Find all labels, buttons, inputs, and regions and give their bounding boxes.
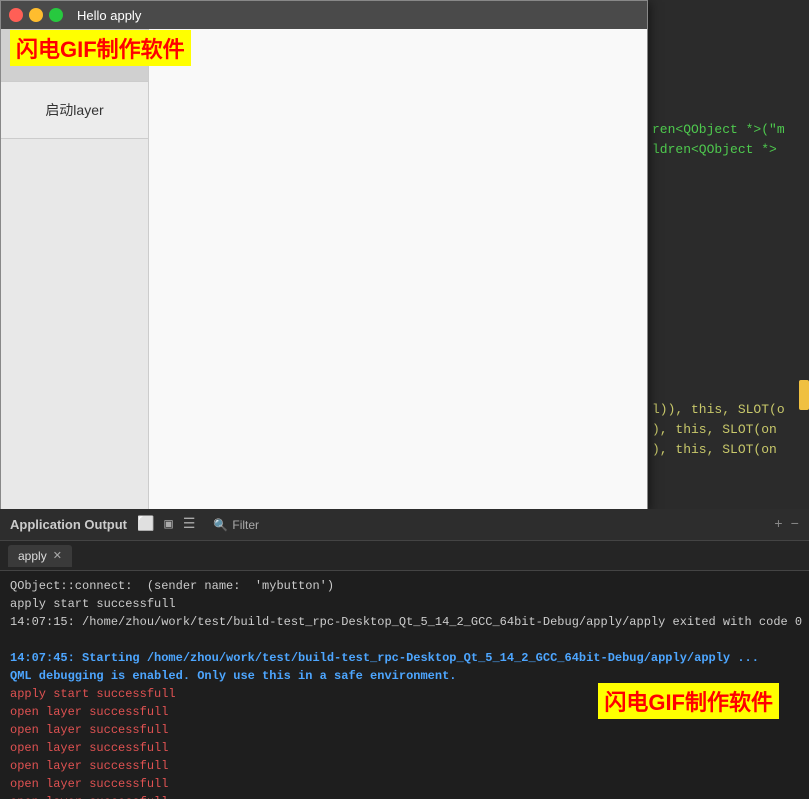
- tab-apply[interactable]: apply ✕: [8, 545, 72, 567]
- minimize-button[interactable]: [29, 8, 43, 22]
- panel-icon-split[interactable]: ▣: [164, 516, 172, 533]
- collapse-icon[interactable]: −: [791, 517, 799, 533]
- code-line: l)), this, SLOT(o: [648, 400, 809, 420]
- output-line: apply start successfull: [10, 595, 799, 613]
- window-title: Hello apply: [77, 8, 141, 23]
- output-line: open layer successfull: [10, 703, 799, 721]
- maximize-button[interactable]: [49, 8, 63, 22]
- output-line: open layer successfull: [10, 721, 799, 739]
- filter-label: Filter: [232, 518, 259, 532]
- filter-icon: 🔍: [213, 518, 228, 532]
- tab-close-button[interactable]: ✕: [53, 549, 62, 562]
- sidebar: apply- 启动layer: [1, 29, 149, 509]
- app-content: apply- 启动layer: [1, 29, 647, 509]
- panel-tabs: apply ✕: [0, 541, 809, 571]
- output-line: apply start successfull: [10, 685, 799, 703]
- tab-label: apply: [18, 549, 47, 563]
- panel-output-content[interactable]: QObject::connect: (sender name: 'mybutto…: [0, 571, 809, 799]
- output-line: 14:07:15: /home/zhou/work/test/build-tes…: [10, 613, 799, 631]
- sidebar-item-start-layer[interactable]: 启动layer: [1, 82, 148, 139]
- close-button[interactable]: [9, 8, 23, 22]
- output-line: [10, 631, 799, 649]
- output-line-qml: QML debugging is enabled. Only use this …: [10, 667, 799, 685]
- main-area: [149, 29, 647, 509]
- sidebar-item-apply[interactable]: apply-: [1, 29, 148, 82]
- code-line: ), this, SLOT(on: [648, 420, 809, 440]
- output-line: open layer successfull: [10, 793, 799, 799]
- output-line: open layer successfull: [10, 739, 799, 757]
- filter-area: 🔍 Filter: [213, 518, 259, 532]
- output-line-start: 14:07:45: Starting /home/zhou/work/test/…: [10, 649, 799, 667]
- application-output-panel: Application Output ⬜ ▣ ☰ 🔍 Filter + − ap…: [0, 509, 809, 799]
- code-line: ren<QObject *>("m: [648, 120, 809, 140]
- output-line: open layer successfull: [10, 757, 799, 775]
- panel-right-icons: + −: [774, 517, 799, 533]
- panel-header: Application Output ⬜ ▣ ☰ 🔍 Filter + −: [0, 509, 809, 541]
- output-line: open layer successfull: [10, 775, 799, 793]
- panel-title: Application Output: [10, 517, 127, 532]
- output-line: QObject::connect: (sender name: 'mybutto…: [10, 577, 799, 595]
- panel-icon-dock[interactable]: ⬜: [137, 516, 154, 533]
- expand-icon[interactable]: +: [774, 517, 782, 533]
- panel-icon-menu[interactable]: ☰: [183, 516, 196, 533]
- app-window: Hello apply apply- 启动layer: [0, 0, 648, 510]
- scrollbar-indicator: [799, 380, 809, 410]
- code-editor-right: ren<QObject *>("m ldren<QObject *> l)), …: [648, 0, 809, 510]
- code-line: ), this, SLOT(on: [648, 440, 809, 460]
- code-line: ldren<QObject *>: [648, 140, 809, 160]
- title-bar: Hello apply: [1, 1, 647, 29]
